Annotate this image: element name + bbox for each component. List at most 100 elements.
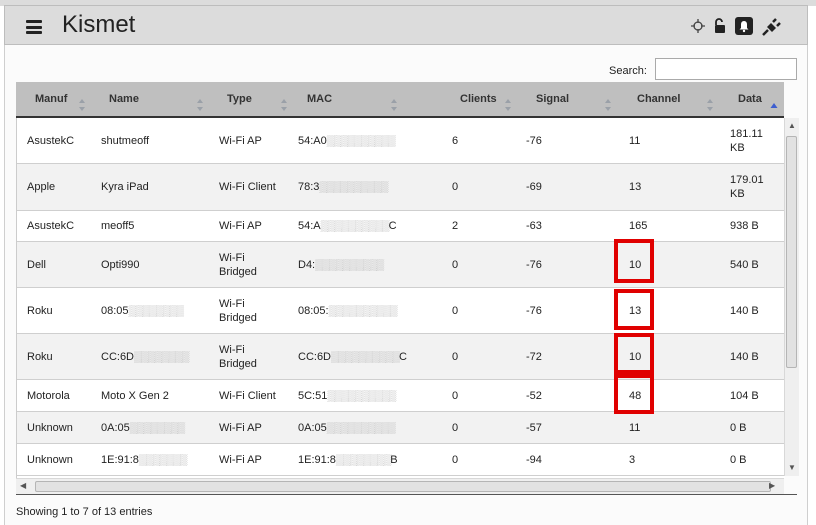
cell-type: Wi-Fi Bridged [219,343,257,370]
cell-signal: -72 [526,350,542,363]
cell-clients: 6 [452,134,459,147]
menu-icon[interactable] [26,20,42,34]
cell-manuf: Roku [27,304,53,317]
cell-manuf: Unknown [27,421,73,434]
column-header-name[interactable]: Name [109,82,203,116]
cell-channel: 13 [629,181,642,193]
table-row[interactable]: Roku 08:05▒▒▒▒▒▒▒▒ Wi-Fi Bridged 08:05:▒… [17,288,784,334]
search-input[interactable] [655,58,797,80]
table-row[interactable]: Motorola Moto X Gen 2 Wi-Fi Client 5C:51… [17,380,784,412]
table-row[interactable]: Unknown 1E:91:8▒▒▒▒▒▒▒ Wi-Fi AP 1E:91:8▒… [17,444,784,476]
cell-type: Wi-Fi Bridged [219,251,257,278]
cell-type: Wi-Fi AP [219,134,262,147]
cell-clients: 0 [452,304,459,317]
cell-name: 0A:05▒▒▒▒▒▒▒▒ [101,421,185,434]
search-label: Search: [609,65,647,77]
cell-manuf: AsustekC [27,134,75,147]
cell-manuf: Motorola [27,389,70,402]
scroll-right-icon[interactable]: ▶ [769,481,775,490]
cell-channel: 11 [629,421,641,434]
column-header-data[interactable]: Data [738,82,778,116]
table-bottom-rule [16,494,797,495]
horizontal-scroll-thumb[interactable] [35,481,771,492]
scroll-up-icon[interactable]: ▲ [788,121,796,130]
cell-mac: 5C:51▒▒▒▒▒▒▒▒▒▒ [298,389,396,402]
table-row[interactable]: Unknown 0A:05▒▒▒▒▒▒▒▒ Wi-Fi AP 0A:05▒▒▒▒… [17,412,784,444]
column-header-channel[interactable]: Channel [637,82,713,116]
table-row[interactable]: Dell Opti990 Wi-Fi Bridged D4:▒▒▒▒▒▒▒▒▒▒… [17,242,784,288]
cell-signal: -94 [526,453,542,466]
cell-data: 540 B [730,258,759,271]
cell-name: shutmeoff [101,134,150,147]
table-row[interactable]: AsustekC meoff5 Wi-Fi AP 54:A▒▒▒▒▒▒▒▒▒▒C… [17,211,784,242]
scroll-left-icon[interactable]: ◀ [20,481,26,490]
highlight-box [614,239,654,283]
cell-channel: 11 [629,134,641,147]
highlight-box [614,374,654,414]
cell-manuf: Dell [27,258,46,271]
cell-data: 938 B [730,220,759,232]
cell-mac: 54:A0▒▒▒▒▒▒▒▒▒▒ [298,134,396,147]
column-header-mac[interactable]: MAC [307,82,397,116]
cell-data: 0 B [730,453,747,466]
table-row[interactable]: AsustekC shutmeoff Wi-Fi AP 54:A0▒▒▒▒▒▒▒… [17,118,784,164]
cell-name: Kyra iPad [101,181,149,193]
cell-mac: 08:05:▒▒▒▒▒▒▒▒▒▒ [298,304,398,317]
table-row[interactable]: Apple Kyra iPad Wi-Fi Client 78:3▒▒▒▒▒▒▒… [17,164,784,211]
cell-mac: CC:6D▒▒▒▒▒▒▒▒▒▒C [298,350,407,363]
scroll-down-icon[interactable]: ▼ [788,463,796,472]
column-header-clients[interactable]: Clients [460,82,511,116]
cell-channel: 3 [629,453,636,466]
cell-type: Wi-Fi AP [219,453,262,466]
cell-signal: -69 [526,181,542,193]
cell-clients: 0 [452,258,459,271]
cell-data: 0 B [730,421,747,434]
cell-clients: 2 [452,220,459,232]
column-header-signal[interactable]: Signal [536,82,611,116]
cell-name: Moto X Gen 2 [101,389,169,402]
column-header-type[interactable]: Type [227,82,287,116]
unlock-icon[interactable] [713,18,727,34]
cell-name: Opti990 [101,258,140,271]
cell-data: 179.01 KB [730,174,764,200]
cell-name: CC:6D▒▒▒▒▒▒▒▒ [101,350,189,363]
cell-clients: 0 [452,181,459,193]
cell-mac: 54:A▒▒▒▒▒▒▒▒▒▒C [298,220,397,232]
table-info: Showing 1 to 7 of 13 entries [16,506,153,518]
cell-name: 1E:91:8▒▒▒▒▒▒▒ [101,453,187,466]
alert-icon[interactable] [735,17,753,35]
cell-signal: -57 [526,421,542,434]
plug-icon[interactable] [761,16,783,36]
cell-type: Wi-Fi Client [219,181,276,193]
cell-data: 104 B [730,389,759,402]
vertical-scroll-thumb[interactable] [786,136,797,368]
horizontal-scrollbar[interactable]: ◀ ▶ [16,478,784,494]
cell-clients: 0 [452,350,459,363]
table-header: Manuf Name Type MAC Clients Signal Chann… [16,82,784,118]
cell-data: 140 B [730,350,759,363]
header-icons [691,16,783,36]
cell-manuf: Unknown [27,453,73,466]
cell-data: 140 B [730,304,759,317]
crosshair-icon[interactable] [691,19,705,33]
cell-manuf: Roku [27,350,53,363]
cell-manuf: AsustekC [27,220,75,232]
vertical-scrollbar[interactable]: ▲ ▼ [784,118,799,476]
cell-type: Wi-Fi AP [219,220,262,232]
cell-type: Wi-Fi Bridged [219,297,257,324]
highlight-box [614,333,654,374]
app-title: Kismet [62,11,136,38]
highlight-box [614,289,654,330]
cell-clients: 0 [452,389,459,402]
column-header-manuf[interactable]: Manuf [35,82,85,116]
cell-signal: -63 [526,220,542,232]
cell-clients: 0 [452,453,459,466]
cell-mac: D4:▒▒▒▒▒▒▒▒▒▒ [298,258,384,271]
cell-mac: 78:3▒▒▒▒▒▒▒▒▒▒ [298,181,388,193]
cell-mac: 0A:05▒▒▒▒▒▒▒▒▒▒ [298,421,396,434]
cell-signal: -76 [526,258,542,271]
table-row[interactable]: Roku CC:6D▒▒▒▒▒▒▒▒ Wi-Fi Bridged CC:6D▒▒… [17,334,784,380]
cell-type: Wi-Fi AP [219,421,262,434]
cell-name: 08:05▒▒▒▒▒▒▒▒ [101,304,184,317]
cell-signal: -76 [526,304,542,317]
